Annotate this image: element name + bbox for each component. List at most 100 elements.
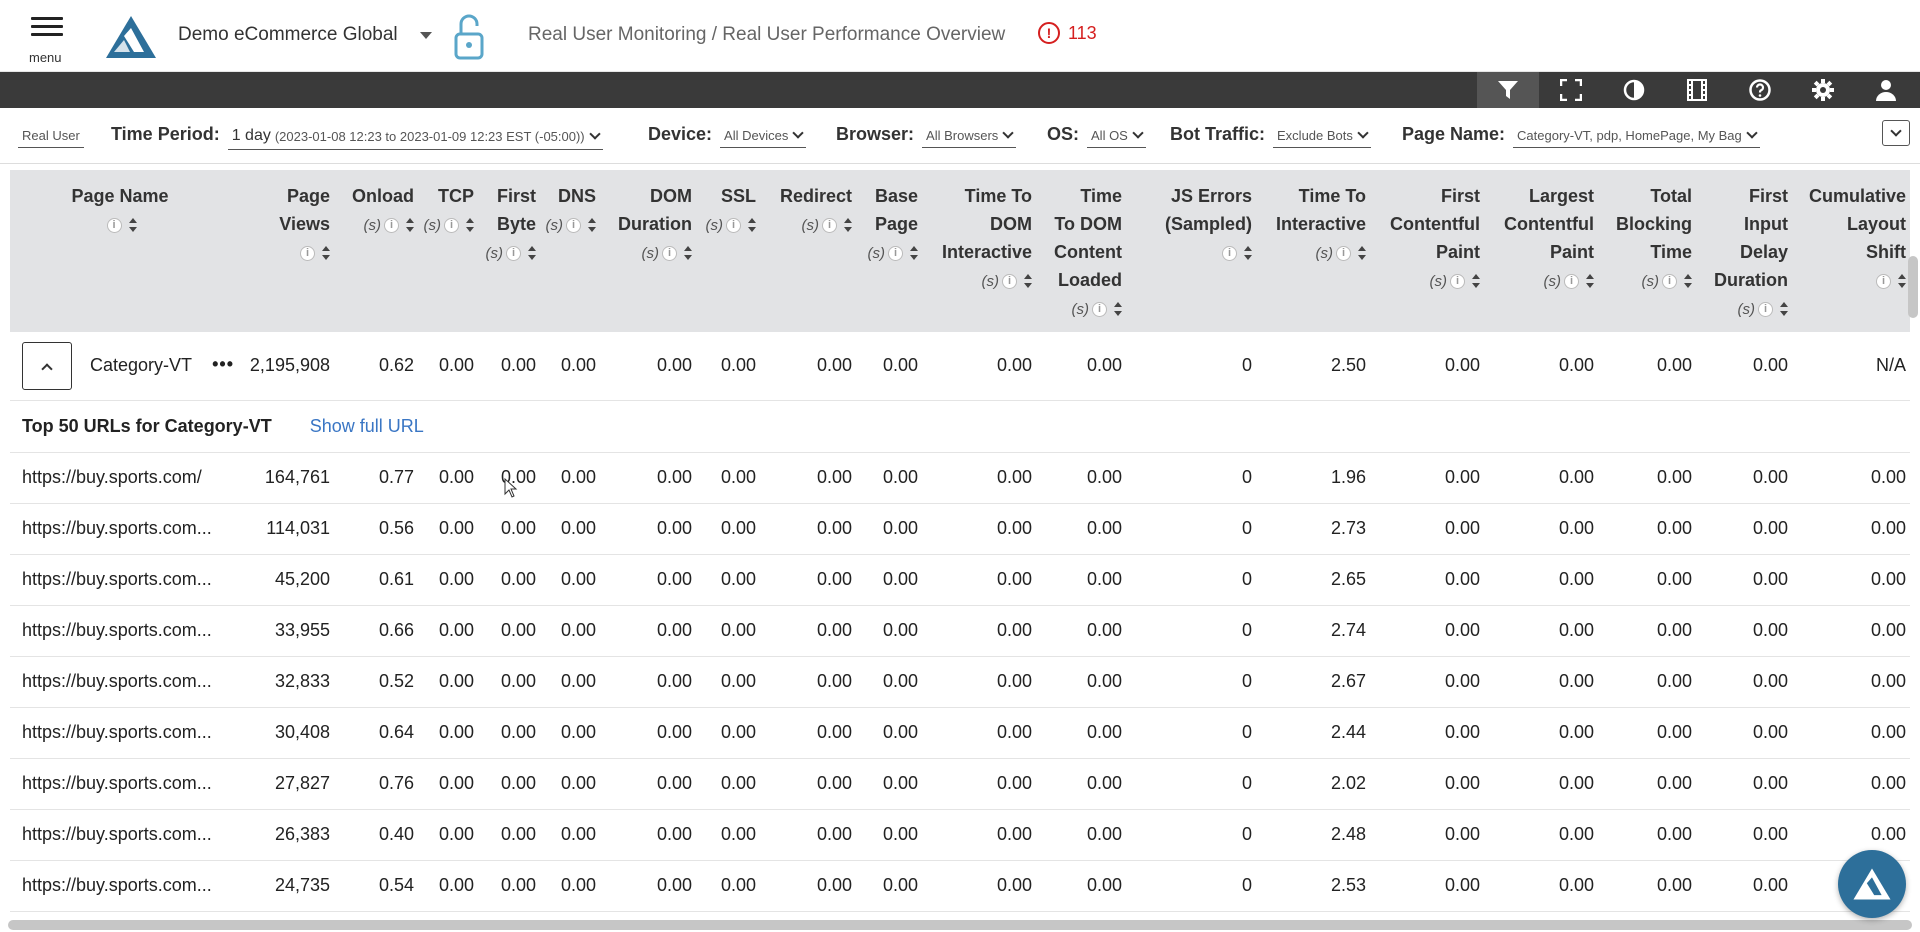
info-icon[interactable]: i xyxy=(1564,273,1579,289)
column-header[interactable]: First Byte (s) i xyxy=(482,170,544,332)
url-cell[interactable]: https://buy.sports.com... xyxy=(10,554,238,606)
url-cell[interactable]: https://buy.sports.com... xyxy=(10,503,238,555)
sort-icon[interactable] xyxy=(128,218,137,233)
filter-button[interactable] xyxy=(1477,72,1539,108)
table-row[interactable]: https://buy.sports.com... 45,200 0.61 0.00 0… xyxy=(10,554,1910,606)
column-header[interactable]: JS Errors (Sampled) i xyxy=(1130,170,1260,332)
column-header[interactable]: Page Views i xyxy=(238,170,338,332)
sort-icon[interactable] xyxy=(1780,302,1788,317)
table-row[interactable]: https://buy.sports.com... 24,735 0.54 0.00 0… xyxy=(10,860,1910,912)
unlocked-icon[interactable] xyxy=(452,12,486,62)
sort-icon[interactable] xyxy=(1684,274,1692,289)
url-cell[interactable]: https://buy.sports.com... xyxy=(10,656,238,708)
column-header[interactable]: TCP (s) i xyxy=(422,170,482,332)
info-icon[interactable]: i xyxy=(1222,245,1237,261)
url-cell[interactable]: https://buy.sports.com... xyxy=(10,758,238,810)
info-icon[interactable]: i xyxy=(1662,273,1677,289)
fullscreen-button[interactable] xyxy=(1540,72,1602,108)
table-row[interactable]: https://buy.sports.com... 26,383 0.40 0.00 0… xyxy=(10,809,1910,861)
breadcrumb[interactable]: Real User Monitoring / Real User Perform… xyxy=(528,24,1005,46)
info-icon[interactable]: i xyxy=(662,245,677,261)
column-header[interactable]: First Contentful Paint (s) i xyxy=(1374,170,1488,332)
help-button[interactable] xyxy=(1729,72,1791,108)
sort-icon[interactable] xyxy=(1898,274,1906,289)
sort-icon[interactable] xyxy=(1244,246,1252,261)
context-value[interactable]: Real User xyxy=(18,126,84,148)
sort-icon[interactable] xyxy=(748,218,756,233)
table-row[interactable]: https://buy.sports.com... 27,827 0.76 0.00 0… xyxy=(10,758,1910,810)
sort-icon[interactable] xyxy=(1024,274,1032,289)
more-options-icon[interactable]: ••• xyxy=(212,354,234,375)
column-header[interactable]: Time To DOM Content Loaded (s) i xyxy=(1040,170,1130,332)
column-header[interactable]: Base Page (s) i xyxy=(860,170,926,332)
device-dropdown[interactable]: All Devices xyxy=(720,126,807,148)
info-icon[interactable]: i xyxy=(726,217,741,233)
sort-icon[interactable] xyxy=(588,218,596,233)
info-icon[interactable]: i xyxy=(822,217,837,233)
info-icon[interactable]: i xyxy=(1002,273,1017,289)
context-filter[interactable]: Real User xyxy=(18,126,84,148)
column-header[interactable]: SSL (s) i xyxy=(700,170,764,332)
browser-dropdown[interactable]: All Browsers xyxy=(922,126,1017,148)
sort-icon[interactable] xyxy=(910,246,918,261)
sort-icon[interactable] xyxy=(844,218,852,233)
collapse-group-button[interactable] xyxy=(22,341,72,390)
info-icon[interactable]: i xyxy=(444,217,459,233)
sort-icon[interactable] xyxy=(684,246,692,261)
table-row[interactable]: https://buy.sports.com/164,761 0.77 0.00 0.… xyxy=(10,452,1910,504)
column-header[interactable]: Largest Contentful Paint (s) i xyxy=(1488,170,1602,332)
menu-button[interactable]: menu xyxy=(26,14,68,66)
column-header[interactable]: DNS (s) i xyxy=(544,170,604,332)
info-icon[interactable]: i xyxy=(300,245,315,261)
user-button[interactable] xyxy=(1855,72,1917,108)
os-dropdown[interactable]: All OS xyxy=(1087,126,1146,148)
url-cell[interactable]: https://buy.sports.com... xyxy=(10,707,238,759)
page-name-dropdown[interactable]: Category-VT, pdp, HomePage, My Bag xyxy=(1513,126,1760,148)
sort-icon[interactable] xyxy=(1358,246,1366,261)
info-icon[interactable]: i xyxy=(1336,245,1351,261)
horizontal-scrollbar[interactable] xyxy=(8,920,1912,930)
table-row[interactable]: https://buy.sports.com... 114,031 0.56 0.00… xyxy=(10,503,1910,555)
url-cell[interactable]: https://buy.sports.com/ xyxy=(10,452,238,504)
column-header[interactable]: Cumulative Layout Shift i xyxy=(1796,170,1910,332)
info-icon[interactable]: i xyxy=(566,217,581,233)
show-full-url-link[interactable]: Show full URL xyxy=(310,416,424,436)
vertical-scrollbar[interactable] xyxy=(1908,256,1918,318)
url-cell[interactable]: https://buy.sports.com... xyxy=(10,605,238,657)
info-icon[interactable]: i xyxy=(888,245,903,261)
sort-icon[interactable] xyxy=(406,218,414,233)
table-row[interactable]: https://buy.sports.com... 30,408 0.64 0.00 0… xyxy=(10,707,1910,759)
column-header[interactable]: DOM Duration (s) i xyxy=(604,170,700,332)
url-cell[interactable]: https://buy.sports.com... xyxy=(10,809,238,861)
sort-icon[interactable] xyxy=(528,246,536,261)
url-cell[interactable]: https://buy.sports.com... xyxy=(10,860,238,912)
column-header[interactable]: Time To Interactive (s) i xyxy=(1260,170,1374,332)
sort-icon[interactable] xyxy=(1114,302,1122,317)
sort-icon[interactable] xyxy=(1586,274,1594,289)
app-name[interactable]: Demo eCommerce Global xyxy=(178,24,398,46)
film-button[interactable] xyxy=(1666,72,1728,108)
sort-icon[interactable] xyxy=(466,218,474,233)
sort-icon[interactable] xyxy=(1472,274,1480,289)
column-header[interactable]: Page Name i xyxy=(10,170,238,332)
alerts-indicator[interactable]: ! 113 xyxy=(1038,22,1097,44)
column-header[interactable]: Total Blocking Time (s) i xyxy=(1602,170,1700,332)
sort-icon[interactable] xyxy=(322,246,330,261)
contrast-button[interactable] xyxy=(1603,72,1665,108)
collapse-filters-button[interactable] xyxy=(1882,120,1910,146)
info-icon[interactable]: i xyxy=(1758,301,1773,317)
table-row[interactable]: https://buy.sports.com... 33,955 0.66 0.00 0… xyxy=(10,605,1910,657)
assistant-button[interactable] xyxy=(1838,850,1906,918)
bot-traffic-dropdown[interactable]: Exclude Bots xyxy=(1273,126,1371,148)
column-header[interactable]: First Input Delay Duration (s) i xyxy=(1700,170,1796,332)
info-icon[interactable]: i xyxy=(1092,301,1107,317)
column-header[interactable]: Redirect (s) i xyxy=(764,170,860,332)
info-icon[interactable]: i xyxy=(1876,273,1891,289)
info-icon[interactable]: i xyxy=(384,217,399,233)
info-icon[interactable]: i xyxy=(506,245,521,261)
info-icon[interactable]: i xyxy=(1450,273,1465,289)
column-header[interactable]: Onload (s) i xyxy=(338,170,422,332)
app-switcher-caret-icon[interactable] xyxy=(420,32,432,39)
info-icon[interactable]: i xyxy=(106,217,122,233)
settings-button[interactable] xyxy=(1792,72,1854,108)
